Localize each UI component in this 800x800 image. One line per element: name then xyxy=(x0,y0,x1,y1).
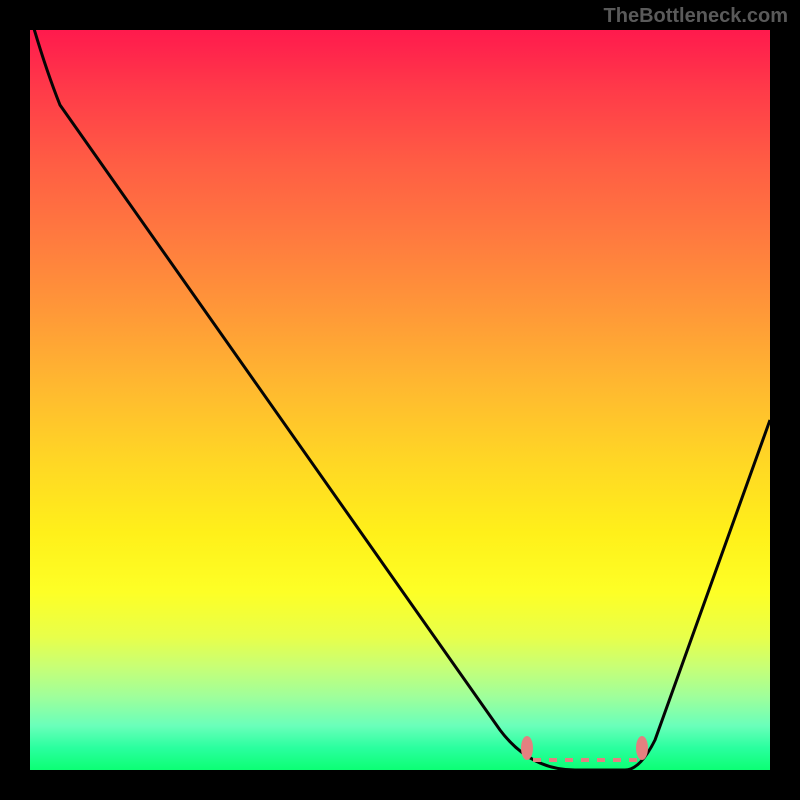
bottleneck-curve xyxy=(30,30,770,770)
right-marker xyxy=(636,736,648,760)
plot-area xyxy=(30,30,770,770)
chart-svg xyxy=(30,30,770,770)
watermark-text: TheBottleneck.com xyxy=(604,5,788,28)
left-marker xyxy=(521,736,533,760)
